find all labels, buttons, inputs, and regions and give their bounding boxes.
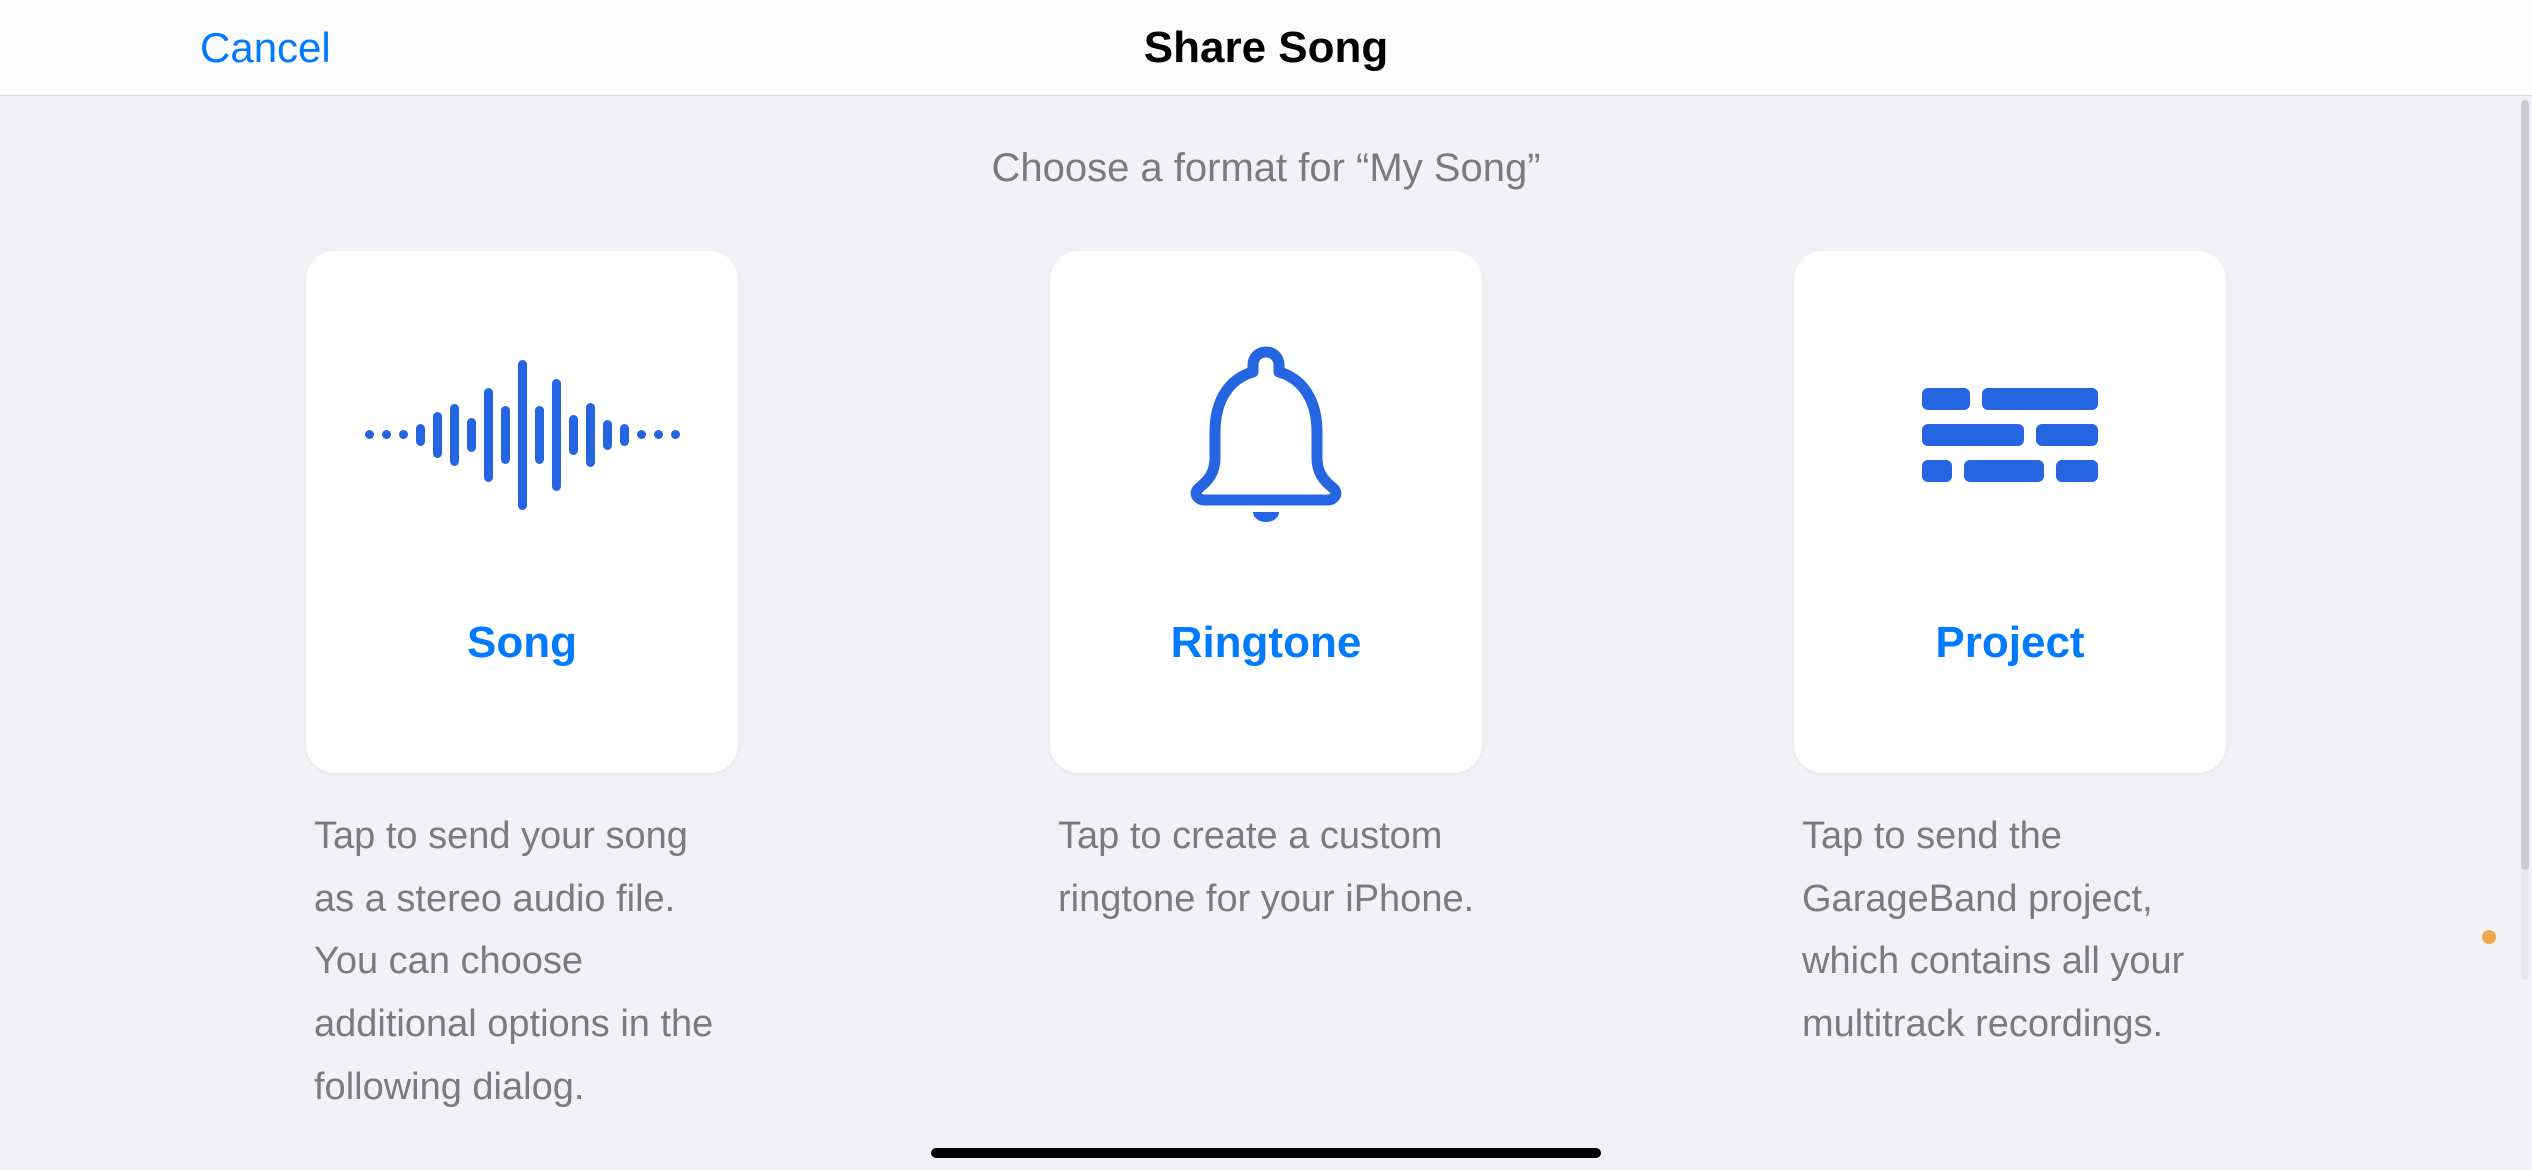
format-option-song: Song Tap to send your song as a stereo a… [306,251,738,1118]
format-option-project: Project Tap to send the GarageBand proje… [1794,251,2226,1118]
cancel-button[interactable]: Cancel [200,24,331,72]
song-card-description: Tap to send your song as a stereo audio … [306,805,738,1118]
content-area: Choose a format for “My Song” [0,96,2532,1118]
waveform-icon [306,251,738,618]
multitrack-icon [1794,251,2226,618]
ringtone-card-description: Tap to create a custom ringtone for your… [1050,805,1482,930]
ringtone-card[interactable]: Ringtone [1050,251,1482,773]
ringtone-card-title: Ringtone [1050,618,1482,773]
bell-icon [1050,251,1482,618]
song-card-title: Song [306,618,738,773]
home-indicator[interactable] [931,1148,1601,1158]
format-option-ringtone: Ringtone Tap to create a custom ringtone… [1050,251,1482,1118]
scrollbar-thumb[interactable] [2521,100,2529,870]
project-card[interactable]: Project [1794,251,2226,773]
project-card-description: Tap to send the GarageBand project, whic… [1794,805,2226,1056]
page-title: Share Song [1144,23,1389,73]
format-cards-row: Song Tap to send your song as a stereo a… [306,251,2226,1118]
project-card-title: Project [1794,618,2226,773]
format-prompt: Choose a format for “My Song” [991,146,1540,191]
song-card[interactable]: Song [306,251,738,773]
navbar: Cancel Share Song [0,0,2532,96]
side-indicator-dot [2482,930,2496,944]
